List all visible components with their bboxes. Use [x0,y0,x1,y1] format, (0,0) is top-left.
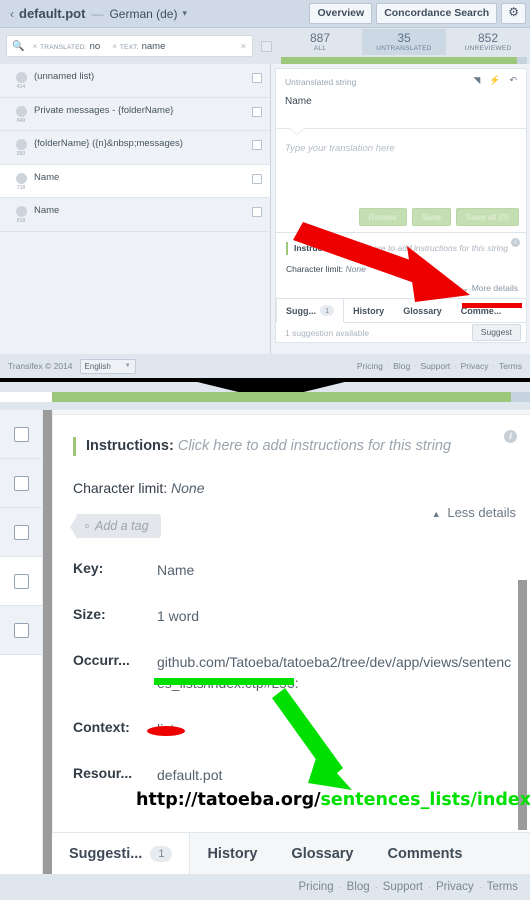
url-annotation-host: http://tatoeba.org/ [136,790,321,810]
red-blob-context [147,726,185,736]
url-annotation-path: sentences_lists/index [320,790,530,810]
green-arrow-annotation [272,688,352,790]
green-underline-occurrences [154,678,294,685]
annotation-overlay [147,222,522,790]
red-arrow-annotation [293,222,470,302]
red-underline-more-details [462,303,522,308]
screenshot-root: ‹ default.pot — German (de) ▾ Overview C… [0,0,530,900]
url-annotation: http://tatoeba.org/sentences_lists/index [136,790,530,810]
